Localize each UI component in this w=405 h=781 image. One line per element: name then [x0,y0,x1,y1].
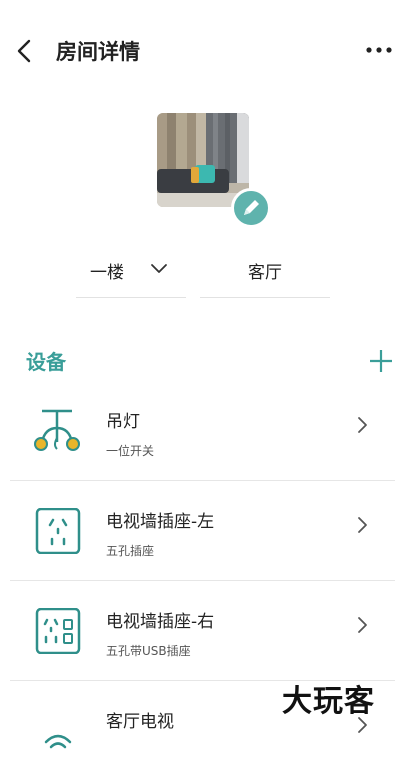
socket-usb-icon [35,608,81,654]
chevron-right-icon [358,617,367,633]
pendant-lamp-icon [34,409,80,451]
chevron-left-icon[interactable] [14,36,36,66]
edit-photo-button[interactable] [231,188,271,228]
chevron-right-icon [358,517,367,533]
chevron-down-icon [151,264,167,273]
more-horizontal-icon[interactable] [364,40,394,60]
socket-five-hole-icon [35,508,81,554]
chevron-right-icon [358,417,367,433]
devices-section-title: 设备 [26,350,66,374]
floor-value: 一楼 [90,263,124,283]
device-row-pendant-lamp[interactable]: 吊灯 一位开关 [10,381,395,481]
pencil-icon [244,200,259,215]
room-name-value: 客厅 [248,263,282,283]
device-type: 一位开关 [106,444,155,458]
device-type: 五孔带USB插座 [106,644,191,658]
wifi-icon [44,734,72,749]
device-name: 电视墙插座-右 [106,612,215,632]
device-name: 吊灯 [106,412,140,432]
device-row-socket-right[interactable]: 电视墙插座-右 五孔带USB插座 [10,581,395,681]
watermark: 大玩客 [282,684,375,719]
page-title: 房间详情 [56,40,140,64]
device-row-socket-left[interactable]: 电视墙插座-左 五孔插座 [10,481,395,581]
device-type: 五孔插座 [106,544,155,558]
plus-icon[interactable] [368,348,394,374]
app-header: 房间详情 [0,0,405,100]
room-name-field[interactable]: 客厅 [200,248,330,298]
device-name: 电视墙插座-左 [106,512,215,532]
floor-select[interactable]: 一楼 [76,248,186,298]
